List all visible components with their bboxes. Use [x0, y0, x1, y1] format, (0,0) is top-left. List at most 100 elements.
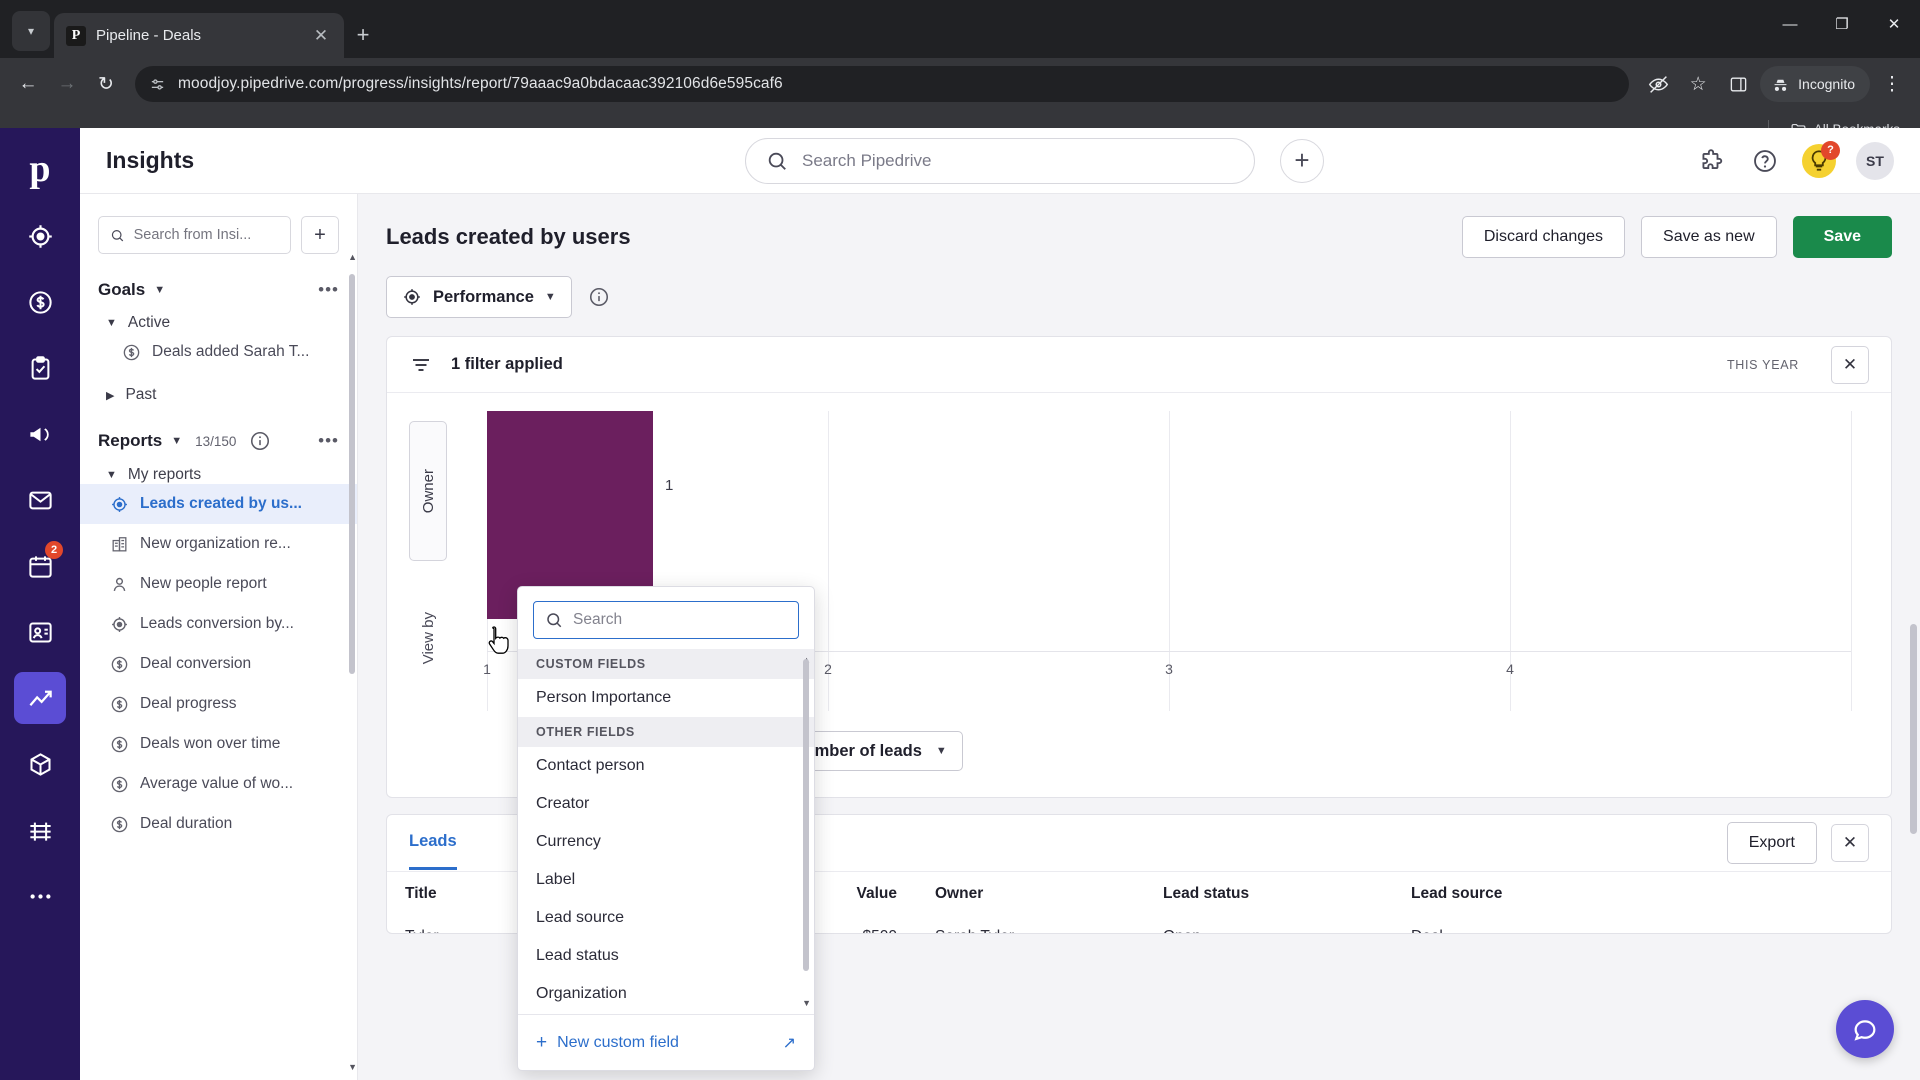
goals-group-past[interactable]: ▶ Past	[98, 386, 339, 404]
dropdown-item-person-importance[interactable]: Person Importance	[518, 679, 814, 717]
table-actions: Export ✕	[1726, 822, 1869, 864]
save-button[interactable]: Save	[1792, 216, 1892, 258]
reports-group-label: My reports	[127, 466, 202, 483]
sidebar-scroll-down-icon[interactable]: ▼	[348, 1062, 357, 1072]
chrome-menu-icon[interactable]: ⋮	[1874, 66, 1910, 102]
rail-calendar-icon[interactable]: 2	[14, 540, 66, 592]
sidebar-item-leads-created-by-users[interactable]: Leads created by us...	[80, 484, 357, 524]
topbar-actions: ? ST	[1694, 140, 1894, 180]
filter-bar: 1 filter applied THIS YEAR ✕	[387, 337, 1891, 393]
sidebar-scrollbar[interactable]	[349, 274, 355, 674]
bookmark-star-icon[interactable]: ☆	[1680, 66, 1716, 102]
new-custom-field-button[interactable]: + New custom field ↗	[518, 1014, 814, 1070]
close-table-button[interactable]: ✕	[1831, 824, 1869, 862]
x-axis-tick: 3	[1165, 661, 1173, 677]
column-header-owner[interactable]: Owner	[935, 885, 1163, 903]
reports-section-header[interactable]: Reports ▼ 13/150 •••	[98, 430, 339, 452]
search-icon	[547, 613, 562, 628]
dropdown-item-creator[interactable]: Creator	[518, 785, 814, 823]
goals-section-header[interactable]: Goals ▼ •••	[98, 280, 339, 300]
new-tab-button[interactable]: +	[344, 16, 382, 54]
back-icon[interactable]: ←	[10, 66, 46, 102]
global-search-input[interactable]	[802, 150, 1234, 171]
dropdown-list: CUSTOM FIELDS Person Importance OTHER FI…	[518, 649, 814, 1014]
rail-leads-icon[interactable]	[14, 210, 66, 262]
sidebar-search[interactable]	[98, 216, 291, 254]
chevron-down-icon[interactable]: ▼	[171, 435, 182, 447]
export-button[interactable]: Export	[1726, 822, 1817, 864]
reports-group-my-reports[interactable]: ▼ My reports	[98, 466, 339, 484]
owner-axis-button[interactable]: Owner	[409, 421, 447, 561]
goals-more-icon[interactable]: •••	[318, 280, 339, 300]
save-as-new-button[interactable]: Save as new	[1641, 216, 1777, 258]
address-bar[interactable]: moodjoy.pipedrive.com/progress/insights/…	[135, 66, 1630, 102]
dropdown-item-label[interactable]: Label	[518, 861, 814, 899]
rail-campaigns-icon[interactable]	[14, 408, 66, 460]
rail-deals-icon[interactable]	[14, 276, 66, 328]
sidebar-scroll-up-icon[interactable]: ▲	[348, 252, 357, 262]
side-panel-icon[interactable]	[1720, 66, 1756, 102]
goal-item-deals-added[interactable]: Deals added Sarah T...	[80, 332, 357, 372]
sidebar-item-average-value-of-won[interactable]: Average value of wo...	[80, 764, 357, 804]
rail-products-icon[interactable]	[14, 738, 66, 790]
chat-support-button[interactable]	[1836, 1000, 1894, 1058]
goal-item-label: Deals added Sarah T...	[152, 343, 310, 360]
global-search[interactable]	[745, 137, 1255, 184]
tab-search-dropdown-icon[interactable]: ▾	[12, 11, 50, 51]
content-scrollbar[interactable]	[1910, 624, 1917, 834]
close-filter-button[interactable]: ✕	[1831, 345, 1869, 384]
avatar[interactable]: ST	[1856, 141, 1894, 180]
apps-puzzle-icon[interactable]	[1694, 144, 1728, 178]
reports-info-icon[interactable]	[249, 430, 271, 452]
dropdown-item-lead-status[interactable]: Lead status	[518, 937, 814, 975]
sidebar-item-deals-won-over-time[interactable]: Deals won over time	[80, 724, 357, 764]
dropdown-scrollbar[interactable]	[803, 659, 809, 971]
rail-activities-icon[interactable]	[14, 342, 66, 394]
discard-changes-button[interactable]: Discard changes	[1461, 216, 1626, 258]
dropdown-item-organization[interactable]: Organization	[518, 975, 814, 1013]
dropdown-item-currency[interactable]: Currency	[518, 823, 814, 861]
maximize-button[interactable]: ❐	[1816, 0, 1868, 48]
whats-new-icon[interactable]: ?	[1802, 140, 1840, 178]
sidebar-item-label: Leads conversion by...	[140, 615, 294, 632]
rail-marketplace-icon[interactable]	[14, 804, 66, 856]
close-window-button[interactable]: ✕	[1868, 0, 1920, 48]
reports-more-icon[interactable]: •••	[318, 431, 339, 451]
browser-tab[interactable]: P Pipeline - Deals ✕	[54, 13, 344, 58]
dropdown-item-contact-person[interactable]: Contact person	[518, 747, 814, 785]
hide-password-icon[interactable]	[1640, 66, 1676, 102]
sidebar-item-deal-duration[interactable]: Deal duration	[80, 804, 357, 844]
reload-icon[interactable]: ↻	[88, 66, 124, 102]
external-link-icon: ↗	[782, 1034, 796, 1052]
sidebar-add-button[interactable]: +	[301, 216, 339, 254]
sidebar-item-new-organization-report[interactable]: New organization re...	[80, 524, 357, 564]
sidebar-search-input[interactable]	[133, 227, 279, 243]
sidebar-item-leads-conversion-by[interactable]: Leads conversion by...	[80, 604, 357, 644]
rail-contacts-icon[interactable]	[14, 606, 66, 658]
chevron-down-icon[interactable]: ▼	[154, 284, 165, 296]
rail-mail-icon[interactable]	[14, 474, 66, 526]
column-header-lead-source[interactable]: Lead source	[1411, 885, 1631, 903]
rail-insights-icon[interactable]	[14, 672, 66, 724]
dropdown-scroll-down-icon[interactable]: ▼	[802, 998, 811, 1008]
performance-selector[interactable]: Performance ▼	[386, 276, 572, 318]
tab-leads[interactable]: Leads	[409, 816, 457, 870]
dropdown-search[interactable]	[533, 601, 799, 639]
add-button[interactable]: +	[1280, 138, 1324, 183]
performance-info-icon[interactable]	[588, 286, 610, 308]
help-icon[interactable]	[1748, 144, 1782, 178]
rail-more-icon[interactable]	[14, 870, 66, 922]
incognito-indicator[interactable]: Incognito	[1760, 66, 1870, 102]
sidebar-item-new-people-report[interactable]: New people report	[80, 564, 357, 604]
sidebar-item-deal-progress[interactable]: Deal progress	[80, 684, 357, 724]
dropdown-search-input[interactable]	[573, 611, 787, 629]
sidebar-item-label: Deal duration	[140, 815, 233, 832]
deal-icon	[111, 736, 128, 752]
tab-close-icon[interactable]: ✕	[310, 25, 332, 47]
dropdown-item-lead-source[interactable]: Lead source	[518, 899, 814, 937]
site-settings-icon[interactable]	[149, 76, 166, 93]
goals-group-active[interactable]: ▼ Active	[98, 314, 339, 332]
column-header-lead-status[interactable]: Lead status	[1163, 885, 1411, 903]
sidebar-item-deal-conversion[interactable]: Deal conversion	[80, 644, 357, 684]
minimize-button[interactable]: —	[1764, 0, 1816, 48]
